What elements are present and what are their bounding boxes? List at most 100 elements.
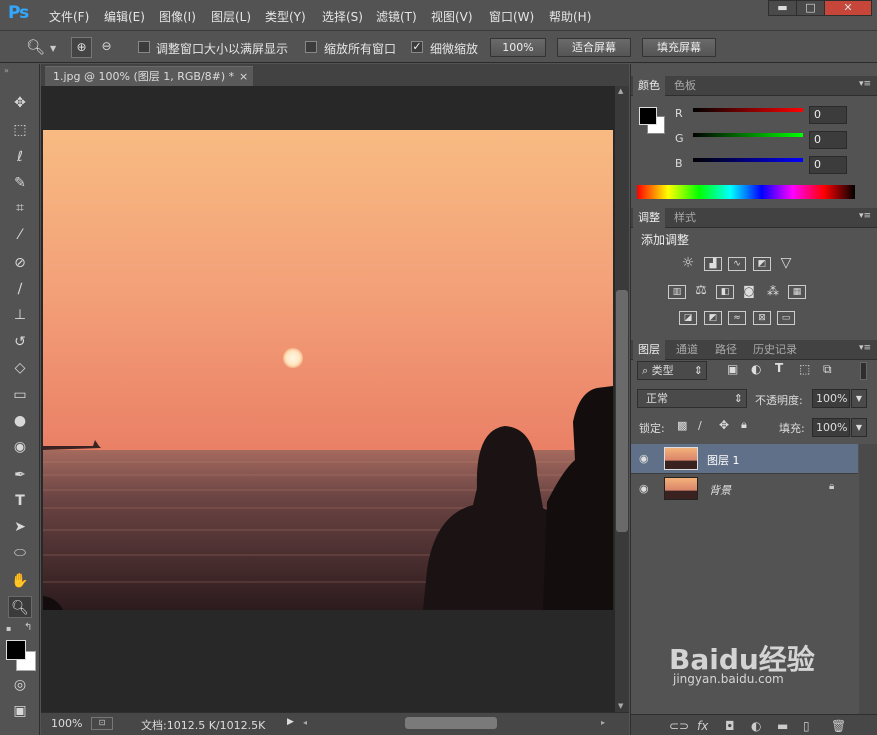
menu-edit[interactable]: 编辑(E) [104, 8, 145, 25]
screen-mode-icon[interactable]: ▣ [8, 700, 32, 722]
vertical-scroll-thumb[interactable] [616, 290, 628, 532]
stamp-tool-icon[interactable]: ⊥ [8, 304, 32, 326]
zoom-out-icon[interactable]: ⊖ [96, 37, 117, 58]
new-layer-icon[interactable]: ▯ [803, 719, 810, 733]
photo-filter-icon[interactable]: ◙ [740, 285, 758, 299]
vertical-scrollbar[interactable]: ▲ ▼ [615, 86, 629, 712]
foreground-color-swatch[interactable] [6, 640, 26, 660]
tab-layers[interactable]: 图层 [633, 340, 665, 360]
exposure-icon[interactable]: ◩ [753, 257, 771, 271]
zoom-tool-icon[interactable]: 🔍︎ [26, 38, 45, 56]
new-group-icon[interactable]: ▬ [777, 719, 788, 733]
scroll-right-icon[interactable]: ▸ [601, 718, 605, 727]
blend-mode-dropdown[interactable]: 正常 ⇕ [637, 389, 747, 408]
shape-filter-icon[interactable]: ⬚ [799, 362, 810, 376]
curves-icon[interactable]: ∿ [728, 257, 746, 271]
opacity-dropdown-icon[interactable]: ▼ [851, 389, 867, 408]
hand-tool-icon[interactable]: ✋ [8, 570, 32, 592]
blue-value[interactable]: 0 [809, 156, 847, 174]
tab-paths[interactable]: 路径 [710, 340, 742, 360]
zoom-level[interactable]: 100% [51, 717, 82, 730]
scroll-down-icon[interactable]: ▼ [618, 702, 623, 710]
pixel-filter-icon[interactable]: ▣ [727, 362, 738, 376]
lasso-tool-icon[interactable]: ℓ [8, 146, 32, 168]
scroll-left-icon[interactable]: ◂ [303, 718, 307, 727]
move-tool-icon[interactable]: ✥ [8, 92, 32, 114]
smart-object-filter-icon[interactable]: ⧉ [823, 362, 832, 377]
tab-adjustments[interactable]: 调整 [633, 208, 665, 228]
canvas-area[interactable] [41, 86, 615, 712]
add-mask-icon[interactable]: ◘ [725, 719, 735, 733]
layer-name[interactable]: 背景 [709, 482, 731, 498]
resize-windows-checkbox[interactable] [138, 41, 150, 53]
crop-tool-icon[interactable]: ⌗ [8, 197, 32, 219]
panel-menu-icon[interactable]: ▾≡ [859, 343, 871, 353]
path-select-icon[interactable]: ➤ [8, 516, 32, 538]
maximize-button[interactable]: □ [796, 0, 825, 16]
layer-name[interactable]: 图层 1 [707, 452, 740, 468]
fill-screen-button[interactable]: 填充屏幕 [642, 38, 716, 57]
type-filter-icon[interactable]: T [775, 361, 783, 375]
selective-color-icon[interactable]: ▭ [777, 311, 795, 325]
filter-toggle[interactable] [860, 362, 867, 380]
vibrance-icon[interactable]: ▽ [777, 256, 795, 271]
eraser-tool-icon[interactable]: ◇ [8, 357, 32, 379]
menu-image[interactable]: 图像(I) [159, 8, 196, 25]
new-adjustment-icon[interactable]: ◐ [751, 719, 761, 733]
menu-filter[interactable]: 滤镜(T) [376, 8, 417, 25]
black-white-icon[interactable]: ◧ [716, 285, 734, 299]
tab-swatches[interactable]: 色板 [669, 76, 701, 96]
brightness-icon[interactable]: ☼ [679, 256, 697, 271]
blue-slider[interactable] [693, 158, 803, 162]
close-button[interactable]: ✕ [824, 0, 872, 16]
panel-menu-icon[interactable]: ▾≡ [859, 211, 871, 221]
green-value[interactable]: 0 [809, 131, 847, 149]
color-balance-icon[interactable]: ⚖ [692, 284, 710, 299]
posterize-icon[interactable]: ◩ [704, 311, 722, 325]
menu-view[interactable]: 视图(V) [431, 8, 473, 25]
channel-mixer-icon[interactable]: ⁂ [764, 285, 782, 299]
gradient-tool-icon[interactable]: ▭ [8, 384, 32, 406]
status-menu-icon[interactable]: ▶ [287, 717, 294, 727]
tab-channels[interactable]: 通道 [671, 340, 703, 360]
collapse-icon[interactable]: » [4, 66, 9, 75]
menu-select[interactable]: 选择(S) [322, 8, 363, 25]
quick-mask-icon[interactable]: ◎ [8, 674, 32, 696]
eyedropper-tool-icon[interactable]: ⁄ [8, 224, 32, 246]
history-brush-icon[interactable]: ↺ [8, 331, 32, 353]
link-layers-icon[interactable]: ⊂⊃ [669, 719, 689, 733]
horizontal-scroll-thumb[interactable] [405, 717, 497, 729]
lock-position-icon[interactable]: ✥ [719, 418, 729, 432]
tab-history[interactable]: 历史记录 [748, 340, 802, 360]
quick-select-tool-icon[interactable]: ✎ [8, 172, 32, 194]
dodge-tool-icon[interactable]: ◉ [8, 436, 32, 458]
chevron-down-icon[interactable]: ▼ [50, 44, 56, 53]
opacity-input[interactable]: 100% [812, 389, 850, 408]
lock-all-icon[interactable]: 🔒︎ [741, 418, 747, 432]
scroll-up-icon[interactable]: ▲ [618, 87, 623, 95]
swap-colors-icon[interactable]: ↰ [24, 622, 32, 633]
invert-icon[interactable]: ◪ [679, 311, 697, 325]
layer-row-layer1[interactable]: ◉ 图层 1 [631, 444, 858, 473]
adjustment-filter-icon[interactable]: ◐ [751, 362, 761, 376]
scrubby-zoom-checkbox[interactable]: ✓ [411, 41, 423, 53]
lock-transparent-icon[interactable]: ▩ [677, 419, 687, 432]
fill-dropdown-icon[interactable]: ▼ [851, 418, 867, 437]
menu-window[interactable]: 窗口(W) [489, 8, 534, 25]
fit-screen-button[interactable]: 适合屏幕 [557, 38, 631, 57]
document-tab[interactable]: 1.jpg @ 100% (图层 1, RGB/8#) * × [45, 66, 253, 86]
eye-icon[interactable]: ◉ [639, 452, 649, 465]
brush-tool-icon[interactable]: ∕ [8, 278, 32, 300]
menu-layer[interactable]: 图层(L) [211, 8, 251, 25]
healing-brush-icon[interactable]: ⊘ [8, 252, 32, 274]
hue-saturation-icon[interactable]: ▥ [668, 285, 686, 299]
blur-tool-icon[interactable]: ● [8, 410, 32, 432]
menu-type[interactable]: 类型(Y) [265, 8, 306, 25]
type-tool-icon[interactable]: T [8, 490, 32, 512]
tab-styles[interactable]: 样式 [669, 208, 701, 228]
red-value[interactable]: 0 [809, 106, 847, 124]
minimize-button[interactable]: ▬ [768, 0, 797, 16]
sunset-photo[interactable] [43, 130, 613, 610]
fill-input[interactable]: 100% [812, 418, 850, 437]
zoom-tool-active-icon[interactable]: 🔍︎ [8, 596, 32, 618]
